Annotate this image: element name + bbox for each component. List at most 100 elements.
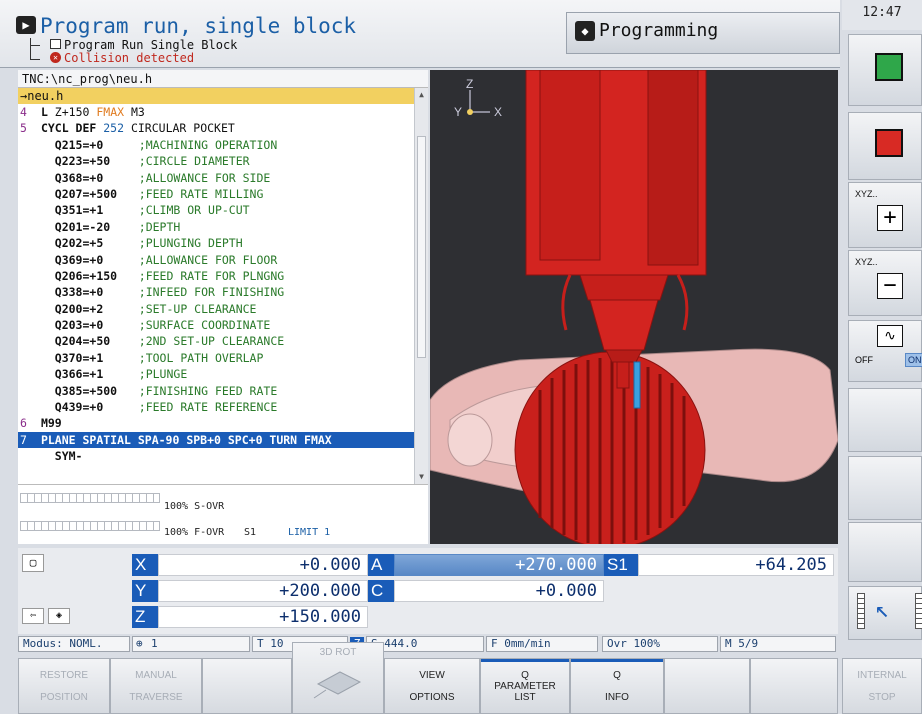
program-line[interactable]: Q338=+0 ;INFEED FOR FINISHING bbox=[18, 284, 414, 300]
comment: ;TOOL PATH OVERLAP bbox=[138, 350, 264, 365]
qinfo-line1: Q bbox=[613, 669, 621, 681]
program-line[interactable]: Q351=+1 ;CLIMB OR UP-CUT bbox=[18, 202, 414, 218]
program-line[interactable]: Q369=+0 ;ALLOWANCE FOR FLOOR bbox=[18, 252, 414, 268]
zoom-in-softkey[interactable]: XYZ.. + bbox=[848, 182, 922, 248]
program-line[interactable]: Q368=+0 ;ALLOWANCE FOR SIDE bbox=[18, 170, 414, 186]
line-number: 4 bbox=[20, 105, 27, 119]
manual-traverse-softkey[interactable]: MANUAL TRAVERSE bbox=[110, 658, 202, 714]
program-listing[interactable]: 4 L Z+150 FMAX M3 5 CYCL DEF 252 CIRCULAR… bbox=[18, 104, 414, 484]
program-line[interactable]: Q200=+2 ;SET-UP CLEARANCE bbox=[18, 301, 414, 317]
program-line[interactable]: Q385=+500 ;FINISHING FEED RATE bbox=[18, 383, 414, 399]
view-options-softkey[interactable]: VIEW OPTIONS bbox=[384, 658, 480, 714]
comment: ;FEED RATE FOR PLNGNG bbox=[138, 268, 285, 283]
jog-icon[interactable]: ⇦ bbox=[22, 608, 44, 624]
q-parameter: Q215=+0 bbox=[54, 137, 104, 152]
machine-graphic[interactable]: Z Y X bbox=[430, 70, 838, 544]
program-line[interactable]: Q202=+5 ;PLUNGING DEPTH bbox=[18, 235, 414, 251]
programming-mode-tab[interactable]: ◆ Programming bbox=[566, 12, 840, 54]
internal-stop-softkey[interactable]: INTERNAL STOP bbox=[842, 658, 922, 714]
list-icon-left bbox=[857, 593, 865, 629]
zoom-out-softkey[interactable]: XYZ.. − bbox=[848, 250, 922, 316]
comment: ;ALLOWANCE FOR FLOOR bbox=[138, 252, 278, 267]
arrow-nw-icon: ↖ bbox=[875, 595, 890, 623]
dro-mode-icon[interactable]: ▢ bbox=[22, 554, 44, 572]
program-line[interactable]: 5 CYCL DEF 252 CIRCULAR POCKET bbox=[18, 120, 414, 136]
empty-vsoftkey-2[interactable] bbox=[848, 456, 922, 520]
program-line[interactable]: Q207=+500 ;FEED RATE MILLING bbox=[18, 186, 414, 202]
collision-message[interactable]: Collision detected bbox=[64, 51, 194, 65]
program-line[interactable]: 6 M99 bbox=[18, 415, 414, 431]
override-panel: 100% S-OVR 100% F-OVR S1 LIMIT 1 bbox=[18, 484, 428, 544]
qinfo-line2: INFO bbox=[605, 691, 629, 703]
program-line[interactable]: Q203=+0 ;SURFACE COORDINATE bbox=[18, 317, 414, 333]
comment: ;PLUNGING DEPTH bbox=[138, 236, 243, 251]
program-run-icon: ▶ bbox=[16, 16, 36, 34]
scroll-down-icon[interactable]: ▼ bbox=[417, 472, 426, 481]
q-parameter: Q370=+1 bbox=[54, 350, 104, 365]
datum-icon[interactable]: ◈ bbox=[48, 608, 70, 624]
comment: ;FINISHING FEED RATE bbox=[138, 383, 278, 398]
program-line[interactable]: Q215=+0 ;MACHINING OPERATION bbox=[18, 137, 414, 153]
axis-value-x: +0.000 bbox=[158, 554, 368, 576]
axis-label-c: C bbox=[368, 580, 394, 602]
xyz-minus-label: XYZ.. bbox=[855, 257, 878, 267]
3d-rot-softkey[interactable]: 3D ROT bbox=[292, 642, 384, 714]
program-line[interactable]: 7 PLANE SPATIAL SPA-90 SPB+0 SPC+0 TURN … bbox=[18, 431, 414, 449]
axis-label-a: A bbox=[368, 554, 394, 576]
program-line[interactable]: Q439=+0 ;FEED RATE REFERENCE bbox=[18, 399, 414, 415]
single-block-softkey[interactable] bbox=[848, 34, 922, 106]
program-line[interactable]: Q223=+50 ;CIRCLE DIAMETER bbox=[18, 153, 414, 169]
axis-value-c: +0.000 bbox=[394, 580, 604, 602]
position-display: ▢ ⇦ ◈ X +0.000 Y +200.000 Z +150.000 A +… bbox=[18, 548, 838, 634]
axis-label-z: Z bbox=[132, 606, 158, 628]
program-line[interactable]: SYM- bbox=[18, 448, 414, 464]
q-info-softkey[interactable]: Q INFO bbox=[570, 658, 664, 714]
q-parameter: Q201=-20 bbox=[54, 219, 111, 234]
program-scrollbar[interactable]: ▲ ▼ bbox=[414, 88, 428, 484]
empty-softkey-1[interactable] bbox=[202, 658, 292, 714]
wave-icon: ∿ bbox=[877, 325, 903, 347]
simulation-toggle-softkey[interactable]: ∿ OFF ON bbox=[848, 320, 922, 382]
q-parameter: Q202=+5 bbox=[54, 236, 104, 251]
empty-vsoftkey-3[interactable] bbox=[848, 522, 922, 582]
scroll-thumb[interactable] bbox=[417, 136, 426, 358]
empty-softkey-2[interactable] bbox=[664, 658, 750, 714]
qparam-line2: PARAMETER bbox=[494, 680, 556, 692]
single-block-icon bbox=[875, 53, 903, 81]
comment: ;SET-UP CLEARANCE bbox=[138, 301, 257, 316]
q-parameter: Q206=+150 bbox=[54, 268, 118, 283]
comment: ;SURFACE COORDINATE bbox=[138, 318, 271, 333]
program-line[interactable]: 4 L Z+150 FMAX M3 bbox=[18, 104, 414, 120]
3d-rot-label: 3D ROT bbox=[319, 647, 357, 658]
q-parameter: Q369=+0 bbox=[54, 252, 104, 267]
empty-softkey-3[interactable] bbox=[750, 658, 838, 714]
program-line[interactable]: Q366=+1 ;PLUNGE bbox=[18, 366, 414, 382]
full-sequence-softkey[interactable] bbox=[848, 112, 922, 180]
program-line[interactable]: Q204=+50 ;2ND SET-UP CLEARANCE bbox=[18, 333, 414, 349]
comment: ;INFEED FOR FINISHING bbox=[138, 285, 285, 300]
program-line[interactable]: Q370=+1 ;TOOL PATH OVERLAP bbox=[18, 350, 414, 366]
q-parameter-list-softkey[interactable]: Q PARAMETER LIST bbox=[480, 658, 570, 714]
active-indicator-2 bbox=[571, 659, 663, 662]
axis-label-y: Y bbox=[132, 580, 158, 602]
axis-z-label: Z bbox=[466, 77, 473, 91]
axis-value-z: +150.000 bbox=[158, 606, 368, 628]
scroll-softkey[interactable]: ↖ bbox=[848, 586, 922, 640]
q-parameter: Q368=+0 bbox=[54, 170, 104, 185]
scroll-up-icon[interactable]: ▲ bbox=[417, 90, 426, 99]
program-line[interactable]: Q201=-20 ;DEPTH bbox=[18, 219, 414, 235]
restore-position-softkey[interactable]: RESTORE POSITION bbox=[18, 658, 110, 714]
program-line[interactable]: Q206=+150 ;FEED RATE FOR PLNGNG bbox=[18, 268, 414, 284]
q-parameter: Q338=+0 bbox=[54, 285, 104, 300]
q-parameter: Q385=+500 bbox=[54, 383, 118, 398]
empty-vsoftkey-1[interactable] bbox=[848, 388, 922, 452]
q-parameter: Q204=+50 bbox=[54, 334, 111, 349]
